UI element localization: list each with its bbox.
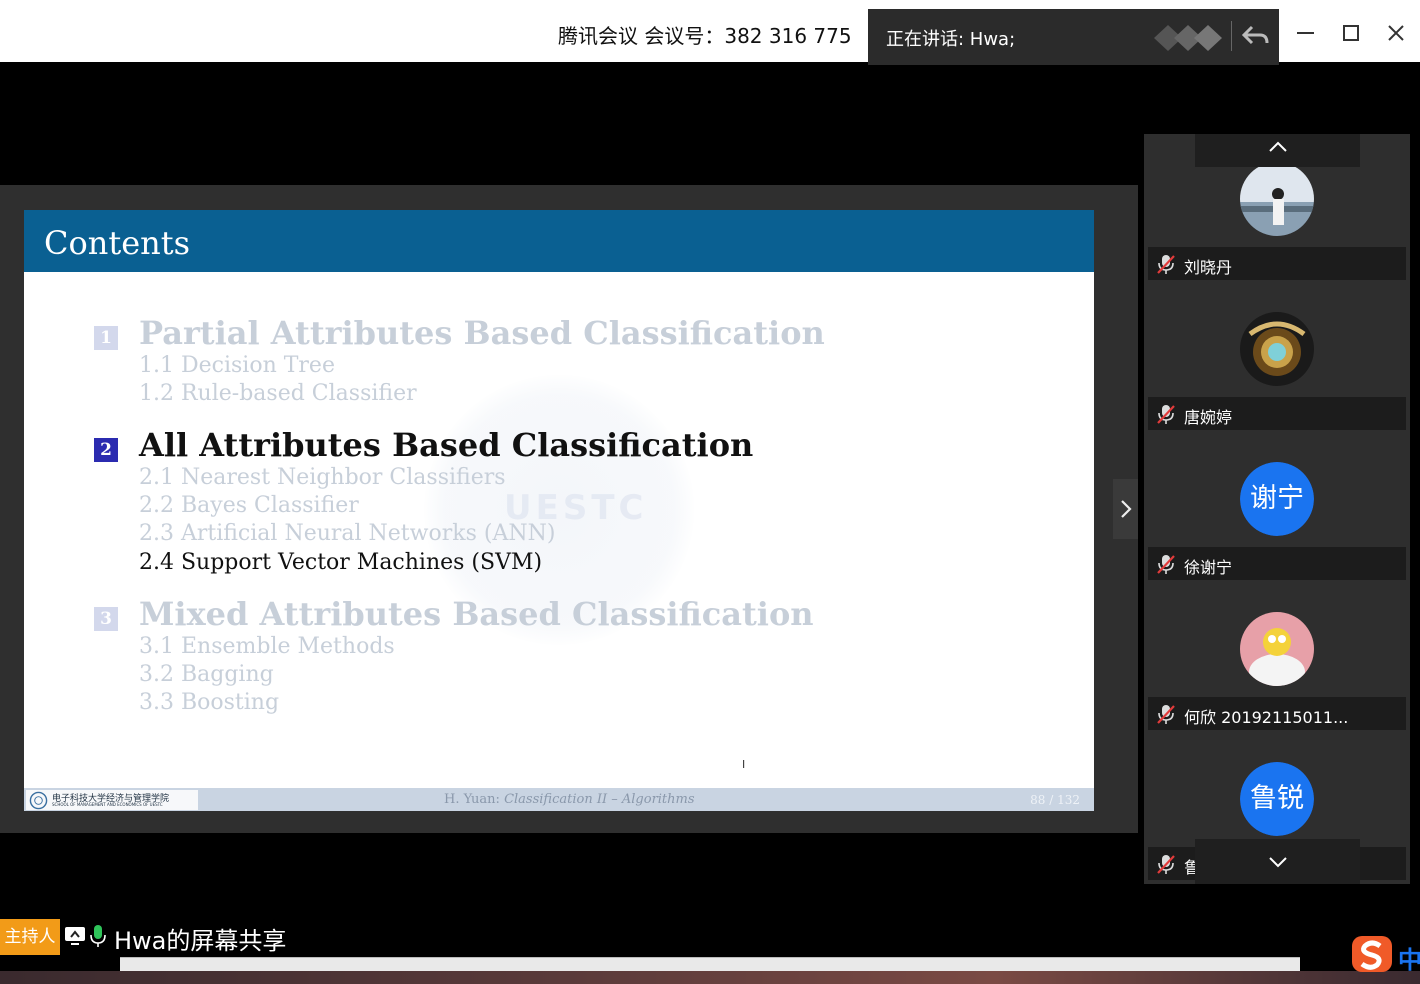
name-bar: 唐婉婷 — [1148, 397, 1406, 430]
scroll-up-button[interactable] — [1195, 134, 1360, 167]
muted-mic-icon — [1157, 705, 1175, 724]
avatar — [1240, 312, 1314, 386]
participant-name: 刘晓丹 — [1184, 258, 1233, 277]
muted-mic-icon — [1157, 855, 1175, 874]
avatar — [1240, 162, 1314, 236]
speaking-indicator: 正在讲话: Hwa; — [868, 9, 1279, 65]
participant-tile[interactable]: 何欣 20192115011... — [1144, 584, 1410, 734]
participant-name: 唐婉婷 — [1184, 408, 1233, 427]
divider — [1231, 21, 1232, 51]
participant-tile[interactable]: 唐婉婷 — [1144, 284, 1410, 434]
section-item: 3.1 Ensemble Methods — [139, 634, 395, 659]
footer-lecture-title: Classification II – Algorithms — [504, 792, 695, 807]
expand-panel-button[interactable] — [1113, 479, 1138, 539]
participants-panel: 刘晓丹 唐婉婷 谢宁 徐谢宁 何欣 20192115011... 鲁锐 — [1144, 134, 1410, 884]
section-item: 2.2 Bayes Classifier — [139, 493, 359, 518]
avatar: 谢宁 — [1240, 462, 1314, 536]
participant-tile[interactable]: 谢宁 徐谢宁 — [1144, 434, 1410, 584]
chevron-down-icon — [1269, 857, 1287, 868]
avatar-initials: 谢宁 — [1240, 462, 1314, 536]
section-title-2: All Attributes Based Classification — [139, 426, 754, 464]
sogou-ime-icon[interactable] — [1350, 934, 1394, 974]
avatar-initials: 鲁锐 — [1240, 762, 1314, 836]
section-title-1: Partial Attributes Based Classification — [139, 314, 825, 352]
name-bar: 何欣 20192115011... — [1148, 697, 1406, 730]
footer-author: H. Yuan: Classification II – Algorithms — [444, 792, 695, 807]
section-number-1: 1 — [94, 326, 118, 350]
section-item: 2.1 Nearest Neighbor Classifiers — [139, 465, 506, 490]
chevron-up-icon — [1269, 141, 1287, 152]
cartoon-avatar-icon — [1240, 612, 1314, 686]
section-number-2: 2 — [94, 438, 118, 462]
photo-avatar-icon — [1240, 162, 1314, 236]
page-number: 88 / 132 — [1030, 793, 1080, 807]
host-badge: 主持人 — [0, 919, 60, 955]
meeting-info[interactable]: 腾讯会议 会议号：382 316 775 — [558, 20, 852, 49]
bottom-status-bar: 主持人 Hwa的屏幕共享 中 — [0, 912, 1420, 984]
footer-author-name: H. Yuan: — [444, 792, 505, 807]
section-item: 3.2 Bagging — [139, 662, 274, 687]
screen-share-icon — [65, 927, 85, 945]
return-icon[interactable] — [1240, 23, 1270, 49]
section-title-3: Mixed Attributes Based Classification — [139, 595, 814, 633]
badge-avatar-icon — [1240, 312, 1314, 386]
section-item: 2.3 Artificial Neural Networks (ANN) — [139, 521, 556, 546]
presentation-slide: Contents UESTC 1 Partial Attributes Base… — [24, 210, 1094, 811]
ime-mode-label[interactable]: 中 — [1398, 940, 1420, 975]
slide-header: Contents — [24, 210, 1094, 272]
muted-mic-icon — [1157, 405, 1175, 424]
slide-title: Contents — [44, 224, 191, 262]
maximize-button[interactable] — [1336, 18, 1366, 48]
muted-mic-icon — [1157, 555, 1175, 574]
university-logo: 电子科技大学经济与管理学院 SCHOOL OF MANAGEMENT AND E… — [26, 790, 198, 810]
section-item: 1.2 Rule-based Classifier — [139, 381, 417, 406]
scroll-down-button[interactable] — [1195, 839, 1360, 884]
audio-wave-icon — [1154, 25, 1222, 51]
section-item: 1.1 Decision Tree — [139, 353, 335, 378]
muted-mic-icon — [1157, 255, 1175, 274]
speaking-text: 正在讲话: Hwa; — [886, 29, 1016, 50]
university-seal-icon — [29, 791, 48, 810]
close-button[interactable] — [1381, 18, 1411, 48]
name-bar: 徐谢宁 — [1148, 547, 1406, 580]
name-bar: 刘晓丹 — [1148, 247, 1406, 280]
avatar — [1240, 612, 1314, 686]
title-bar: 腾讯会议 会议号：382 316 775 正在讲话: Hwa; — [0, 0, 1420, 65]
mic-active-icon — [90, 925, 106, 947]
taskbar-strip — [120, 957, 1300, 971]
participant-name: 何欣 20192115011... — [1184, 708, 1349, 727]
screen-share-label: Hwa的屏幕共享 — [114, 927, 287, 955]
logo-subtext: SCHOOL OF MANAGEMENT AND ECONOMICS OF UE… — [52, 802, 163, 807]
participant-name: 徐谢宁 — [1184, 558, 1233, 577]
desktop-background — [0, 971, 1420, 984]
chevron-right-icon — [1121, 500, 1132, 518]
section-item-active: 2.4 Support Vector Machines (SVM) — [139, 550, 543, 575]
section-number-3: 3 — [94, 607, 118, 631]
avatar: 鲁锐 — [1240, 762, 1314, 836]
minimize-button[interactable] — [1290, 18, 1320, 48]
section-item: 3.3 Boosting — [139, 690, 280, 715]
text-cursor-icon: I — [742, 758, 746, 771]
slide-footer: 电子科技大学经济与管理学院 SCHOOL OF MANAGEMENT AND E… — [24, 788, 1094, 811]
